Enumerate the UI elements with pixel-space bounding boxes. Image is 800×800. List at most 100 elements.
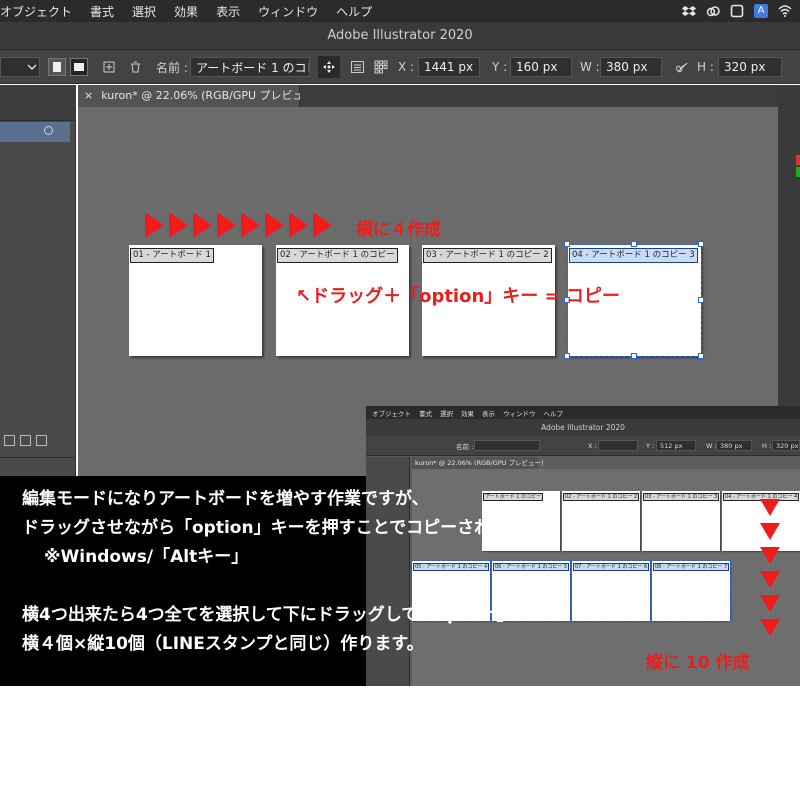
y-label: Y : — [492, 60, 508, 74]
new-layer-icon[interactable] — [20, 434, 31, 446]
name-label: 名前 : — [156, 60, 188, 75]
red-arrow-down-icon — [760, 595, 780, 612]
layer-row-selected[interactable] — [0, 122, 70, 142]
new-artboard-icon — [103, 61, 115, 73]
inset-menu-window: ウィンドウ — [503, 409, 536, 418]
instruction-line-4: 横4つ出来たら4つ全てを選択して下にドラッグして「option」キー — [22, 605, 548, 625]
red-arrow-down-icon — [760, 619, 780, 636]
input-source-icon[interactable]: A — [754, 4, 768, 18]
resize-handle-top-right[interactable] — [698, 241, 704, 247]
inset-menu-bar: オブジェクト 書式 選択 効果 表示 ウィンドウ ヘルプ — [366, 406, 800, 419]
x-label: X : — [398, 60, 415, 74]
constrain-proportions-button[interactable] — [674, 50, 690, 84]
inset-window-title: Adobe Illustrator 2020 — [366, 419, 800, 436]
height-input[interactable]: 320 px — [718, 57, 782, 77]
menu-select[interactable]: 選択 — [123, 3, 165, 20]
resize-handle-right[interactable] — [698, 297, 704, 303]
landscape-icon — [74, 63, 84, 71]
window-icon[interactable] — [730, 4, 744, 18]
artboard-label-04[interactable]: 04 - アートボード 1 のコピー 3 — [569, 248, 698, 263]
resize-handle-bottom-left[interactable] — [564, 353, 570, 359]
resize-handle-bottom-right[interactable] — [698, 353, 704, 359]
inset-h-input: 320 px — [772, 440, 800, 451]
inset-y-label: Y : — [646, 442, 655, 450]
instruction-line-1: 編集モードになりアートボードを増やす作業ですが、 — [22, 489, 429, 509]
inset-artboard-label: 03 - アートボード 1 のコピー 3 — [643, 493, 720, 501]
red-arrow-down-icon — [760, 547, 780, 564]
chevron-down-icon — [27, 64, 37, 70]
preset-dropdown[interactable] — [0, 57, 40, 77]
red-arrow-down-icon — [760, 499, 780, 516]
creative-cloud-icon[interactable] — [706, 4, 720, 18]
landscape-orientation-button[interactable] — [70, 58, 88, 76]
menu-help[interactable]: ヘルプ — [327, 3, 381, 20]
new-artboard-button[interactable] — [100, 50, 118, 84]
portrait-orientation-button[interactable] — [48, 58, 66, 76]
move-copy-artwork-button[interactable] — [318, 56, 340, 78]
delete-layer-icon[interactable] — [36, 434, 47, 446]
close-tab-icon[interactable]: × — [84, 89, 93, 102]
layers-panel — [0, 85, 76, 485]
red-arrow-right-icon — [193, 212, 212, 238]
inset-h-label: H : — [762, 442, 772, 450]
inset-menu-view: 表示 — [482, 409, 495, 418]
instruction-line-3: ※Windows/「Altキー」 — [44, 547, 249, 567]
window-title: Adobe Illustrator 2020 — [0, 22, 800, 50]
artboard-label-01[interactable]: 01 - アートボード 1 — [130, 248, 214, 263]
width-input[interactable]: 380 px — [600, 57, 662, 77]
tab-strip — [300, 85, 778, 107]
dropbox-icon[interactable] — [682, 4, 696, 18]
red-arrow-right-icon — [145, 212, 164, 238]
control-bar: 名前 : アートボード 1 のコピ- X : 1441 px Y : 160 p… — [0, 50, 800, 84]
inset-w-input: 380 px — [716, 440, 752, 451]
h-label: H : — [697, 60, 714, 74]
menu-object[interactable]: オブジェクト — [0, 3, 81, 20]
y-input[interactable]: 160 px — [510, 57, 572, 77]
x-input[interactable]: 1441 px — [418, 57, 480, 77]
instruction-box: 編集モードになりアートボードを増やす作業ですが、 ドラッグさせながら「optio… — [0, 476, 548, 686]
resize-handle-top[interactable] — [631, 241, 637, 247]
wifi-icon[interactable] — [778, 4, 792, 18]
artboard-label-02[interactable]: 02 - アートボード 1 のコピー — [277, 248, 398, 263]
red-arrow-right-icon — [265, 212, 284, 238]
artboard-options-button[interactable] — [348, 50, 366, 84]
inset-document-tab: kuron* @ 22.06% (RGB/GPU プレビュー) — [412, 457, 544, 469]
inset-menu-select: 選択 — [440, 409, 453, 418]
annotation-vertical: 縦に 10 作成 — [646, 653, 750, 673]
red-arrow-row — [145, 212, 332, 238]
target-circle-icon[interactable] — [44, 126, 53, 135]
inset-x-input — [598, 440, 638, 451]
resize-handle-bottom[interactable] — [631, 353, 637, 359]
artboard-label-03[interactable]: 03 - アートボード 1 のコピー 2 — [423, 248, 552, 263]
menu-view[interactable]: 表示 — [207, 3, 249, 20]
inset-menu-help: ヘルプ — [543, 409, 564, 418]
menu-window[interactable]: ウィンドウ — [249, 3, 327, 20]
annotation-horizontal: 横に４作成 — [356, 220, 441, 240]
inset-name-label: 名前 : — [456, 443, 474, 451]
menu-bar: オブジェクト 書式 選択 効果 表示 ウィンドウ ヘルプ A — [0, 0, 800, 22]
inset-artboard-label: 08 - アートボード 1 のコピー 7 — [653, 563, 730, 571]
artboard-name-input[interactable]: アートボード 1 のコピ- — [190, 57, 310, 77]
rearrange-artboards-button[interactable] — [372, 50, 390, 84]
inset-artboard-label: 02 - アートボード 1 のコピー 2 — [563, 493, 640, 501]
panel-header — [0, 85, 76, 121]
color-swatch-red — [796, 155, 800, 165]
red-arrow-down-icon — [760, 523, 780, 540]
resize-handle-top-left[interactable] — [564, 241, 570, 247]
trash-icon — [130, 61, 140, 73]
inset-control-bar: 名前 : X : Y : 512 px W : 380 px H : 320 p… — [366, 436, 800, 456]
portrait-icon — [53, 62, 61, 72]
link-icon — [675, 62, 687, 72]
new-sublayer-icon[interactable] — [4, 434, 15, 446]
document-tab[interactable]: × kuron* @ 22.06% (RGB/GPU プレビュー) — [78, 85, 319, 107]
inset-artboard-label: アートボード 1 のコピー — [483, 493, 544, 501]
inset-menu-object: オブジェクト — [372, 409, 411, 418]
red-arrow-down-icon — [760, 571, 780, 588]
delete-artboard-button[interactable] — [127, 50, 143, 84]
instruction-line-5: 横４個×縦10個（LINEスタンプと同じ）作ります。 — [22, 634, 424, 654]
color-swatch-green — [796, 167, 800, 177]
red-arrow-right-icon — [313, 212, 332, 238]
menu-type[interactable]: 書式 — [81, 3, 123, 20]
red-arrow-right-icon — [217, 212, 236, 238]
menu-effect[interactable]: 効果 — [165, 3, 207, 20]
